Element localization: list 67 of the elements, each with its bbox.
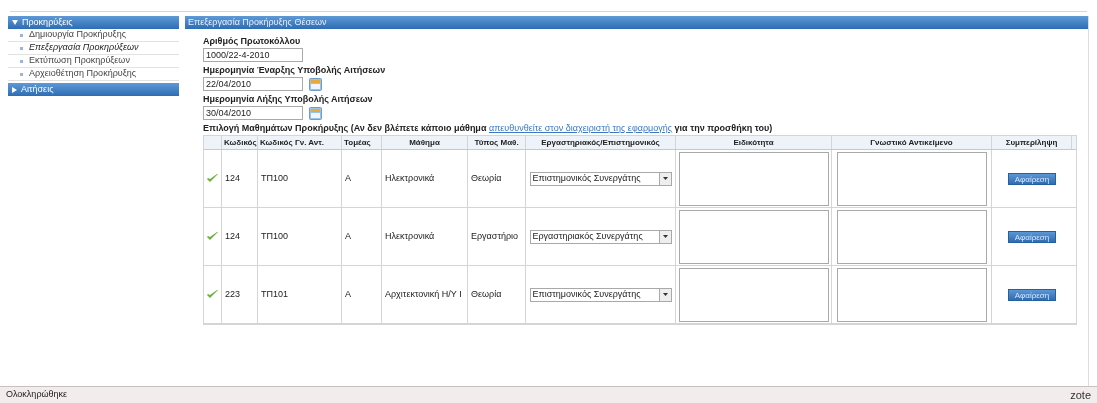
- column-header: Κωδικός: [222, 136, 258, 149]
- text-area[interactable]: [836, 209, 987, 264]
- table-cell: Ηλεκτρονικά: [382, 208, 468, 265]
- text-area[interactable]: [678, 209, 829, 264]
- sidebar-item[interactable]: Επεξεργασία Προκηρύξεων: [8, 42, 179, 55]
- caret-right-icon: [12, 86, 17, 93]
- column-header: Κωδικός Γν. Αντ.: [258, 136, 342, 149]
- table-cell: ΤΠ100: [258, 150, 342, 207]
- admin-link[interactable]: απευθυνθείτε στον διαχειριστή της εφαρμογής: [488, 123, 673, 133]
- caret-down-icon: [12, 20, 18, 25]
- date-field[interactable]: 22/04/2010: [203, 77, 303, 91]
- text-area[interactable]: [678, 267, 829, 322]
- table-cell: Θεωρία: [468, 150, 526, 207]
- calendar-icon[interactable]: [309, 77, 322, 91]
- text-area[interactable]: [678, 151, 829, 206]
- field-label: Ημερομηνία Λήξης Υποβολής Αιτήσεων: [203, 93, 374, 106]
- checkmark-icon: [207, 232, 218, 241]
- field-label: Αριθμός Πρωτοκόλλου: [203, 35, 302, 48]
- addon-label: zote: [1070, 387, 1091, 403]
- column-header: Γνωστικό Αντικείμενο: [832, 136, 992, 149]
- remove-button[interactable]: Αφαίρεση: [1007, 288, 1057, 301]
- column-header: Ειδικότητα: [676, 136, 832, 149]
- column-header: Τομέας: [342, 136, 382, 149]
- date-field[interactable]: 30/04/2010: [203, 106, 303, 120]
- input-field[interactable]: 1000/22-4-2010: [203, 48, 303, 62]
- remove-button[interactable]: Αφαίρεση: [1007, 230, 1057, 243]
- table-cell: ΤΠ100: [258, 208, 342, 265]
- checkmark-icon: [207, 290, 218, 299]
- table-cell: Εργαστήριο: [468, 208, 526, 265]
- bullet-icon: [20, 33, 23, 37]
- bullet-icon: [20, 46, 23, 50]
- sidebar-group-header[interactable]: Προκηρύξεις: [8, 16, 179, 29]
- calendar-icon[interactable]: [309, 106, 322, 120]
- table-cell: ΤΠ101: [258, 266, 342, 323]
- bullet-icon: [20, 59, 23, 63]
- dropdown-arrow-icon: [662, 293, 668, 296]
- table-cell: Α: [342, 266, 382, 323]
- sidebar-item[interactable]: Δημιουργία Προκήρυξης: [8, 29, 179, 42]
- dropdown-arrow-icon: [662, 235, 668, 238]
- dropdown-arrow-icon: [662, 177, 668, 180]
- role-dropdown[interactable]: Εργαστηριακός Συνεργάτης: [529, 229, 672, 244]
- remove-button[interactable]: Αφαίρεση: [1007, 172, 1057, 185]
- sidebar-group-header[interactable]: Αιτήσεις: [8, 83, 179, 96]
- sidebar-item[interactable]: Αρχειοθέτηση Προκήρυξης: [8, 68, 179, 81]
- bullet-icon: [20, 72, 23, 76]
- courses-note: Επιλογή Μαθημάτων Προκήρυξης (Αν δεν βλέπετε κάποιο μάθημα απευθυνθείτε στον διαχειριστή της εφαρμογής για την προσθήκη του): [203, 122, 774, 135]
- checkmark-icon: [207, 174, 218, 183]
- text-area[interactable]: [836, 151, 987, 206]
- status-text: Ολοκληρώθηκε: [6, 388, 68, 402]
- column-header: Τύπος Μαθ.: [468, 136, 526, 149]
- table-cell: Α: [342, 150, 382, 207]
- panel-header: Επεξεργασία Προκήρυξης Θέσεων: [185, 16, 1088, 29]
- table-cell: Θεωρία: [468, 266, 526, 323]
- sidebar-item[interactable]: Εκτύπωση Προκηρύξεων: [8, 55, 179, 68]
- table-cell: Ηλεκτρονικά: [382, 150, 468, 207]
- role-dropdown[interactable]: Επιστημονικός Συνεργάτης: [529, 287, 672, 302]
- text-area[interactable]: [836, 267, 987, 322]
- table-cell: Αρχιτεκτονική Η/Υ Ι: [382, 266, 468, 323]
- field-label: Ημερομηνία Έναρξης Υποβολής Αιτήσεων: [203, 64, 387, 77]
- table-cell: 124: [222, 150, 258, 207]
- table-cell: 223: [222, 266, 258, 323]
- role-dropdown[interactable]: Επιστημονικός Συνεργάτης: [529, 171, 672, 186]
- table-cell: Α: [342, 208, 382, 265]
- column-header: Μάθημα: [382, 136, 468, 149]
- column-header: Συμπερίληψη: [992, 136, 1072, 149]
- table-cell: 124: [222, 208, 258, 265]
- column-header: Εργαστηριακός/Επιστημονικός: [526, 136, 676, 149]
